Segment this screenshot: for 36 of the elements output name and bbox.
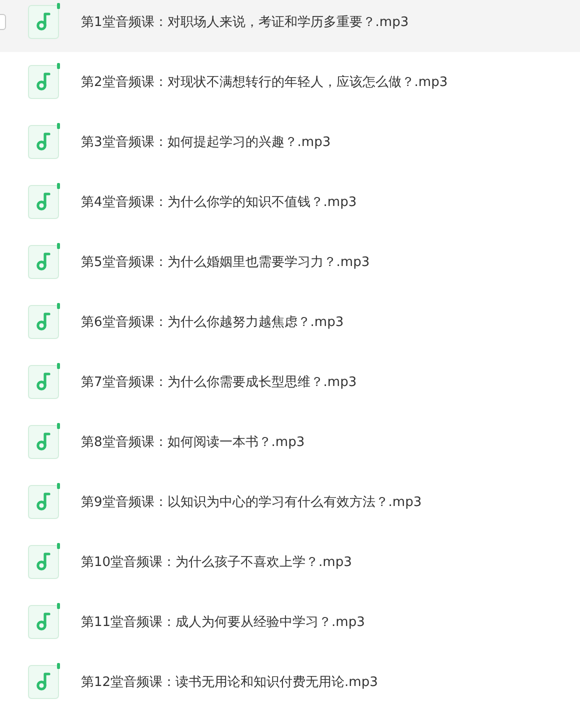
audio-file-icon — [28, 543, 60, 579]
audio-file-icon — [28, 363, 60, 399]
file-name: 第8堂音频课：如何阅读一本书？.mp3 — [81, 434, 305, 451]
file-name: 第7堂音频课：为什么你需要成长型思维？.mp3 — [81, 374, 357, 391]
audio-file-icon — [28, 183, 60, 219]
audio-file-icon — [28, 63, 60, 99]
file-name: 第1堂音频课：对职场人来说，考证和学历多重要？.mp3 — [81, 14, 409, 31]
audio-file-icon — [28, 303, 60, 339]
audio-file-icon — [28, 3, 60, 39]
audio-file-icon — [28, 603, 60, 639]
file-row[interactable]: 第12堂音频课：读书无用论和知识付费无用论.mp3 — [0, 652, 580, 703]
file-name: 第2堂音频课：对现状不满想转行的年轻人，应该怎么做？.mp3 — [81, 74, 448, 91]
file-name: 第12堂音频课：读书无用论和知识付费无用论.mp3 — [81, 674, 378, 691]
file-name: 第11堂音频课：成人为何要从经验中学习？.mp3 — [81, 614, 365, 631]
file-row[interactable]: 第3堂音频课：如何提起学习的兴趣？.mp3 — [0, 112, 580, 172]
file-name: 第9堂音频课：以知识为中心的学习有什么有效方法？.mp3 — [81, 494, 422, 511]
file-row[interactable]: 第2堂音频课：对现状不满想转行的年轻人，应该怎么做？.mp3 — [0, 52, 580, 112]
file-name: 第6堂音频课：为什么你越努力越焦虑？.mp3 — [81, 314, 344, 331]
file-name: 第4堂音频课：为什么你学的知识不值钱？.mp3 — [81, 194, 357, 211]
file-row[interactable]: 第8堂音频课：如何阅读一本书？.mp3 — [0, 412, 580, 472]
file-row[interactable]: 第1堂音频课：对职场人来说，考证和学历多重要？.mp3 — [0, 0, 580, 52]
file-name: 第5堂音频课：为什么婚姻里也需要学习力？.mp3 — [81, 254, 370, 271]
audio-file-icon — [28, 483, 60, 519]
file-name: 第10堂音频课：为什么孩子不喜欢上学？.mp3 — [81, 554, 352, 571]
file-row[interactable]: 第5堂音频课：为什么婚姻里也需要学习力？.mp3 — [0, 232, 580, 292]
file-row[interactable]: 第7堂音频课：为什么你需要成长型思维？.mp3 — [0, 352, 580, 412]
file-row[interactable]: 第6堂音频课：为什么你越努力越焦虑？.mp3 — [0, 292, 580, 352]
audio-file-icon — [28, 663, 60, 699]
audio-file-icon — [28, 243, 60, 279]
file-row[interactable]: 第11堂音频课：成人为何要从经验中学习？.mp3 — [0, 592, 580, 652]
audio-file-icon — [28, 123, 60, 159]
audio-file-icon — [28, 423, 60, 459]
file-row[interactable]: 第4堂音频课：为什么你学的知识不值钱？.mp3 — [0, 172, 580, 232]
file-row[interactable]: 第10堂音频课：为什么孩子不喜欢上学？.mp3 — [0, 532, 580, 592]
file-name: 第3堂音频课：如何提起学习的兴趣？.mp3 — [81, 134, 331, 151]
file-row[interactable]: 第9堂音频课：以知识为中心的学习有什么有效方法？.mp3 — [0, 472, 580, 532]
